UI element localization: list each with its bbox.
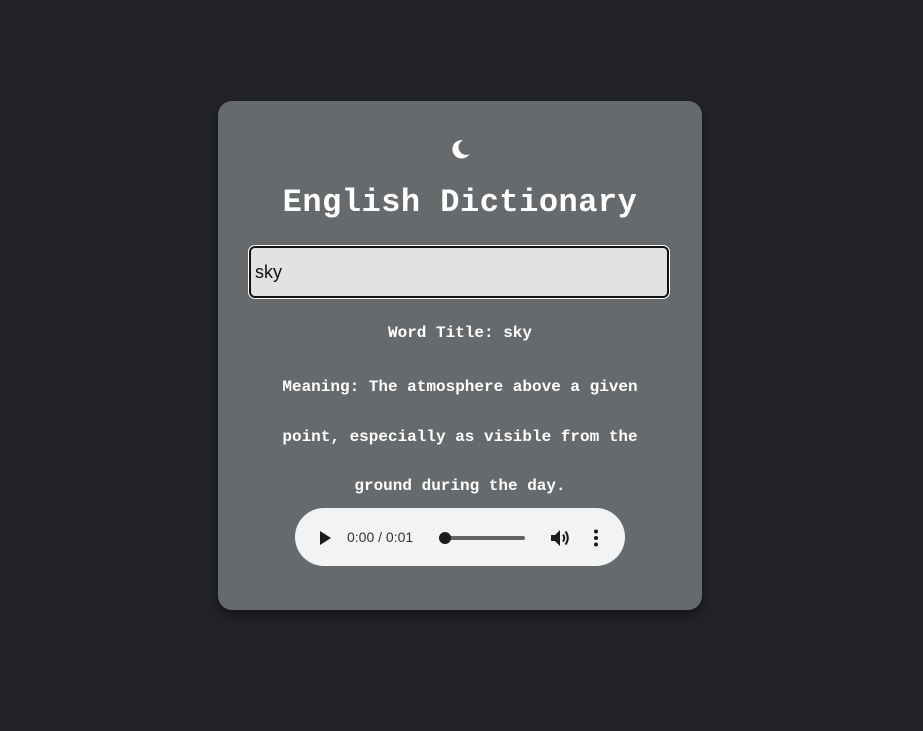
dictionary-card: English Dictionary Word Title: sky Meani…	[218, 101, 702, 610]
more-options-icon[interactable]	[593, 529, 599, 547]
page-title: English Dictionary	[282, 184, 638, 221]
progress-slider[interactable]	[439, 532, 525, 544]
search-input[interactable]	[248, 245, 670, 299]
word-info: Word Title: sky Meaning: The atmosphere …	[238, 313, 682, 512]
word-title: Word Title: sky	[387, 324, 533, 342]
meaning-line-2: point, especially as visible from the	[282, 427, 638, 446]
meaning-line-3: ground during the day.	[354, 477, 566, 495]
time-display: 0:00 / 0:01	[347, 529, 414, 545]
audio-player: 0:00 / 0:01	[295, 508, 625, 566]
volume-icon[interactable]	[551, 529, 571, 547]
meaning-line-1: Meaning: The atmosphere above a given	[282, 378, 638, 396]
play-icon[interactable]	[319, 531, 331, 545]
progress-thumb[interactable]	[439, 532, 451, 544]
moon-icon[interactable]	[448, 137, 472, 161]
